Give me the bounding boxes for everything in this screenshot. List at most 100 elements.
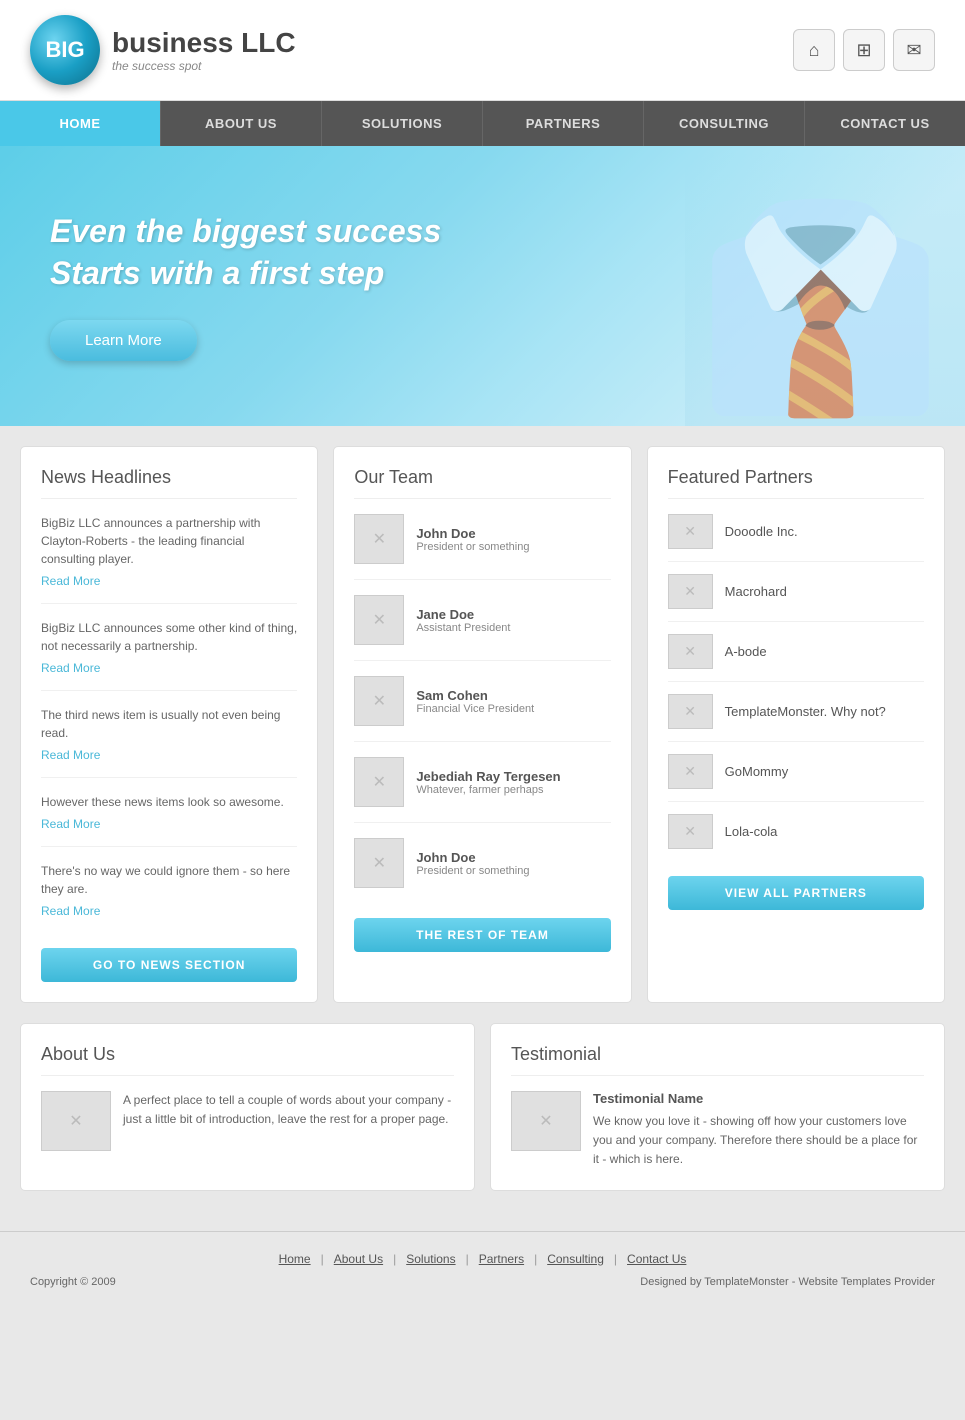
hero-banner: Even the biggest success Starts with a f… [0,146,965,426]
about-content: A perfect place to tell a couple of word… [41,1091,454,1151]
about-image [41,1091,111,1151]
team-member-3: Sam Cohen Financial Vice President [354,676,610,742]
team-member-1: John Doe President or something [354,514,610,580]
team-role-3: Financial Vice President [416,703,534,715]
header: BIG business LLC the success spot ⌂ ⊞ ✉ [0,0,965,101]
team-member-5: John Doe President or something [354,838,610,903]
team-role-4: Whatever, farmer perhaps [416,784,560,796]
news-panel: News Headlines BigBiz LLC announces a pa… [20,446,318,1003]
rest-of-team-button[interactable]: THE REST OF TEAM [354,918,610,952]
news-text-1: BigBiz LLC announces a partnership with … [41,514,297,568]
footer-credit: Designed by TemplateMonster - Website Te… [640,1276,935,1288]
header-icons: ⌂ ⊞ ✉ [793,29,935,71]
team-avatar-1 [354,514,404,564]
team-avatar-3 [354,676,404,726]
partner-logo-2 [668,574,713,609]
about-text: A perfect place to tell a couple of word… [123,1091,454,1151]
hero-text: Even the biggest success Starts with a f… [50,211,441,294]
partners-list: Dooodle Inc. Macrohard A-bode TemplateMo… [668,514,924,861]
partner-4: TemplateMonster. Why not? [668,694,924,742]
hero-person-image [685,146,965,426]
partner-2: Macrohard [668,574,924,622]
nav-consulting[interactable]: CONSULTING [644,101,805,146]
partner-logo-4 [668,694,713,729]
team-list: John Doe President or something Jane Doe… [354,514,610,903]
footer-sep-5: | [614,1252,617,1266]
footer-sep-3: | [466,1252,469,1266]
news-list: BigBiz LLC announces a partnership with … [41,514,297,933]
footer-link-contact[interactable]: Contact Us [627,1252,686,1266]
partners-panel: Featured Partners Dooodle Inc. Macrohard… [647,446,945,1003]
team-panel: Our Team John Doe President or something… [333,446,631,1003]
partner-name-6: Lola-cola [725,824,778,839]
read-more-3[interactable]: Read More [41,748,100,762]
team-info-1: John Doe President or something [416,526,529,553]
team-member-4: Jebediah Ray Tergesen Whatever, farmer p… [354,757,610,823]
grid-icon-button[interactable]: ⊞ [843,29,885,71]
team-info-3: Sam Cohen Financial Vice President [416,688,534,715]
team-name-4: Jebediah Ray Tergesen [416,769,560,784]
home-icon-button[interactable]: ⌂ [793,29,835,71]
partners-title: Featured Partners [668,467,924,499]
logo-company-name: business LLC [112,27,296,58]
nav-partners[interactable]: PARTNERS [483,101,644,146]
footer-link-about[interactable]: About Us [334,1252,383,1266]
footer-sep-2: | [393,1252,396,1266]
team-info-2: Jane Doe Assistant President [416,607,510,634]
news-item-3: The third news item is usually not even … [41,706,297,778]
partner-logo-6 [668,814,713,849]
news-text-5: There's no way we could ignore them - so… [41,862,297,898]
testimonial-image [511,1091,581,1151]
logo-area: BIG business LLC the success spot [30,15,296,85]
testimonial-quote: We know you love it - showing off how yo… [593,1112,924,1170]
partner-1: Dooodle Inc. [668,514,924,562]
partner-name-3: A-bode [725,644,767,659]
partner-name-2: Macrohard [725,584,787,599]
testimonial-title: Testimonial [511,1044,924,1076]
partner-name-1: Dooodle Inc. [725,524,798,539]
view-all-partners-button[interactable]: VIEW ALL PARTNERS [668,876,924,910]
three-columns: News Headlines BigBiz LLC announces a pa… [20,446,945,1003]
team-avatar-5 [354,838,404,888]
hero-line1: Even the biggest success [50,213,441,249]
footer-sep-1: | [321,1252,324,1266]
about-panel: About Us A perfect place to tell a coupl… [20,1023,475,1191]
read-more-5[interactable]: Read More [41,904,100,918]
team-avatar-2 [354,595,404,645]
learn-more-button[interactable]: Learn More [50,320,197,361]
partner-5: GoMommy [668,754,924,802]
nav-home[interactable]: HOME [0,101,161,146]
footer-link-home[interactable]: Home [279,1252,311,1266]
logo-company: business LLC [112,27,296,59]
read-more-1[interactable]: Read More [41,574,100,588]
footer-link-consulting[interactable]: Consulting [547,1252,604,1266]
testimonial-name: Testimonial Name [593,1091,924,1106]
hero-image [483,146,965,426]
bottom-two-columns: About Us A perfect place to tell a coupl… [20,1023,945,1191]
footer-link-solutions[interactable]: Solutions [406,1252,455,1266]
main-content: News Headlines BigBiz LLC announces a pa… [0,426,965,1211]
partner-logo-1 [668,514,713,549]
team-title: Our Team [354,467,610,499]
footer-link-partners[interactable]: Partners [479,1252,524,1266]
partner-name-5: GoMommy [725,764,789,779]
news-item-5: There's no way we could ignore them - so… [41,862,297,933]
partner-6: Lola-cola [668,814,924,861]
mail-icon-button[interactable]: ✉ [893,29,935,71]
nav-about[interactable]: ABOUT US [161,101,322,146]
team-role-2: Assistant President [416,622,510,634]
team-role-5: President or something [416,865,529,877]
team-name-3: Sam Cohen [416,688,534,703]
nav-contact[interactable]: CONTACT US [805,101,965,146]
testimonial-content: Testimonial Name We know you love it - s… [511,1091,924,1170]
read-more-2[interactable]: Read More [41,661,100,675]
nav-solutions[interactable]: SOLUTIONS [322,101,483,146]
hero-line2: Starts with a first step [50,255,384,291]
go-to-news-button[interactable]: GO TO NEWS SECTION [41,948,297,982]
read-more-4[interactable]: Read More [41,817,100,831]
news-item-1: BigBiz LLC announces a partnership with … [41,514,297,604]
logo-icon: BIG [30,15,100,85]
footer: Home | About Us | Solutions | Partners |… [0,1231,965,1308]
footer-bottom: Copyright © 2009 Designed by TemplateMon… [30,1276,935,1288]
testimonial-text-area: Testimonial Name We know you love it - s… [593,1091,924,1170]
